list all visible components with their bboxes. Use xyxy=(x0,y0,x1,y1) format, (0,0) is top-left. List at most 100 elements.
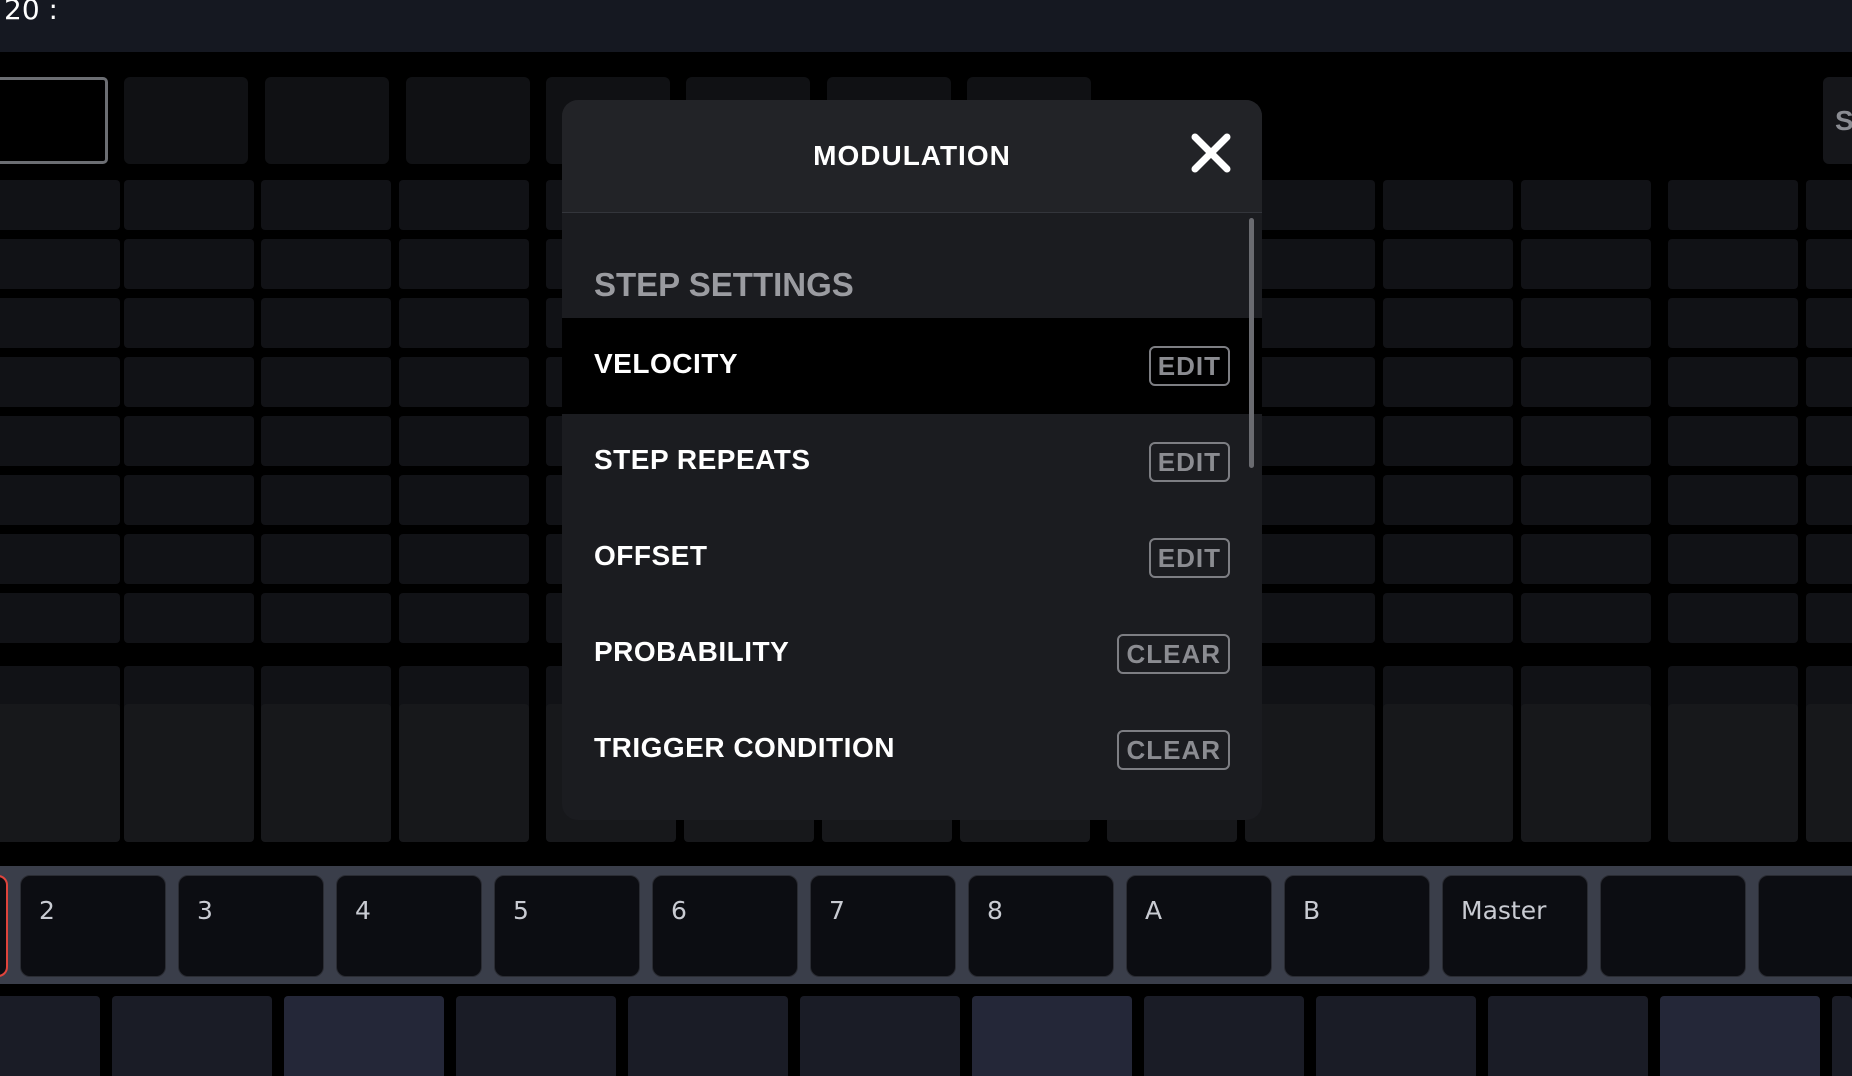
velocity-bar-cell[interactable] xyxy=(1521,704,1651,842)
velocity-bar-cell[interactable] xyxy=(1806,704,1852,842)
track-button[interactable]: 2 xyxy=(20,875,166,977)
step-cell[interactable] xyxy=(0,593,120,643)
step-cell[interactable] xyxy=(1806,357,1852,407)
step-cell[interactable] xyxy=(261,475,391,525)
step-cell[interactable] xyxy=(261,593,391,643)
step-cell[interactable] xyxy=(1383,593,1513,643)
bottom-pad[interactable] xyxy=(628,996,788,1076)
step-cell[interactable] xyxy=(1668,180,1798,230)
step-cell[interactable] xyxy=(124,475,254,525)
offset-edit-button[interactable]: EDIT xyxy=(1148,538,1230,578)
step-cell[interactable] xyxy=(1806,180,1852,230)
step-cell[interactable] xyxy=(399,357,529,407)
step-cell[interactable] xyxy=(1806,416,1852,466)
probability-clear-button[interactable]: CLEAR xyxy=(1117,634,1230,674)
velocity-bar-cell[interactable] xyxy=(1383,704,1513,842)
step-cell[interactable] xyxy=(124,416,254,466)
step-cell[interactable] xyxy=(399,593,529,643)
step-cell[interactable] xyxy=(1245,180,1375,230)
step-cell[interactable] xyxy=(0,180,120,230)
track-button[interactable]: 3 xyxy=(178,875,324,977)
step-cell[interactable] xyxy=(1245,416,1375,466)
step-cell[interactable] xyxy=(1806,534,1852,584)
step-cell[interactable] xyxy=(399,416,529,466)
step-cell[interactable] xyxy=(124,180,254,230)
track-button[interactable]: Master xyxy=(1442,875,1588,977)
step-cell[interactable] xyxy=(1245,357,1375,407)
step-cell[interactable] xyxy=(124,239,254,289)
bottom-pad[interactable] xyxy=(456,996,616,1076)
step-cell[interactable] xyxy=(1245,593,1375,643)
step-cell[interactable] xyxy=(1668,593,1798,643)
step-cell[interactable] xyxy=(0,475,120,525)
pattern-slot[interactable] xyxy=(124,77,248,164)
bottom-pad[interactable] xyxy=(1144,996,1304,1076)
step-cell[interactable] xyxy=(1245,475,1375,525)
step-cell[interactable] xyxy=(1383,534,1513,584)
velocity-bar-cell[interactable] xyxy=(0,704,120,842)
bottom-pad[interactable] xyxy=(0,996,100,1076)
trigger-condition-clear-button[interactable]: CLEAR xyxy=(1117,730,1230,770)
velocity-bar-cell[interactable] xyxy=(1668,704,1798,842)
track-button[interactable]: 4 xyxy=(336,875,482,977)
bottom-pad[interactable] xyxy=(972,996,1132,1076)
step-cell[interactable] xyxy=(124,534,254,584)
row-offset[interactable]: OFFSET EDIT xyxy=(562,510,1262,606)
step-cell[interactable] xyxy=(1806,475,1852,525)
track-button[interactable] xyxy=(0,875,8,977)
step-cell[interactable] xyxy=(1383,239,1513,289)
step-cell[interactable] xyxy=(261,298,391,348)
step-cell[interactable] xyxy=(0,357,120,407)
step-cell[interactable] xyxy=(1668,416,1798,466)
step-cell[interactable] xyxy=(1383,475,1513,525)
track-button[interactable]: 7 xyxy=(810,875,956,977)
step-cell[interactable] xyxy=(0,239,120,289)
step-cell[interactable] xyxy=(261,416,391,466)
row-velocity[interactable]: VELOCITY EDIT xyxy=(562,318,1262,414)
bottom-pad[interactable] xyxy=(800,996,960,1076)
step-cell[interactable] xyxy=(1521,357,1651,407)
step-repeats-edit-button[interactable]: EDIT xyxy=(1148,442,1230,482)
step-cell[interactable] xyxy=(1521,416,1651,466)
velocity-bar-cell[interactable] xyxy=(124,704,254,842)
step-cell[interactable] xyxy=(1383,357,1513,407)
step-cell[interactable] xyxy=(1521,298,1651,348)
step-cell[interactable] xyxy=(1245,534,1375,584)
step-cell[interactable] xyxy=(0,298,120,348)
step-cell[interactable] xyxy=(399,180,529,230)
step-cell[interactable] xyxy=(1668,534,1798,584)
pattern-slot[interactable] xyxy=(265,77,389,164)
pattern-slot[interactable] xyxy=(406,77,530,164)
track-button[interactable] xyxy=(1758,875,1852,977)
velocity-bar-cell[interactable] xyxy=(399,704,529,842)
step-cell[interactable] xyxy=(1245,298,1375,348)
tempo-readout[interactable]: 20 : xyxy=(4,0,58,28)
step-cell[interactable] xyxy=(124,357,254,407)
row-probability[interactable]: PROBABILITY CLEAR xyxy=(562,606,1262,702)
step-cell[interactable] xyxy=(1383,416,1513,466)
velocity-bar-cell[interactable] xyxy=(1245,704,1375,842)
track-button[interactable] xyxy=(1600,875,1746,977)
step-cell[interactable] xyxy=(1806,593,1852,643)
close-button[interactable] xyxy=(1188,130,1234,176)
pattern-slot[interactable] xyxy=(0,77,108,164)
step-cell[interactable] xyxy=(1245,239,1375,289)
track-button[interactable]: A xyxy=(1126,875,1272,977)
row-trigger-condition[interactable]: TRIGGER CONDITION CLEAR xyxy=(562,702,1262,798)
step-cell[interactable] xyxy=(1668,298,1798,348)
bottom-pad[interactable] xyxy=(1832,996,1852,1076)
step-cell[interactable] xyxy=(1806,298,1852,348)
pattern-slot-right[interactable]: S xyxy=(1823,77,1852,164)
velocity-edit-button[interactable]: EDIT xyxy=(1148,346,1230,386)
step-cell[interactable] xyxy=(399,475,529,525)
step-cell[interactable] xyxy=(1521,593,1651,643)
track-button[interactable]: 5 xyxy=(494,875,640,977)
step-cell[interactable] xyxy=(0,534,120,584)
step-cell[interactable] xyxy=(1383,298,1513,348)
step-cell[interactable] xyxy=(1668,239,1798,289)
track-button[interactable]: 8 xyxy=(968,875,1114,977)
step-cell[interactable] xyxy=(1521,475,1651,525)
modal-scrollbar[interactable] xyxy=(1249,218,1254,468)
step-cell[interactable] xyxy=(261,180,391,230)
step-cell[interactable] xyxy=(1668,357,1798,407)
